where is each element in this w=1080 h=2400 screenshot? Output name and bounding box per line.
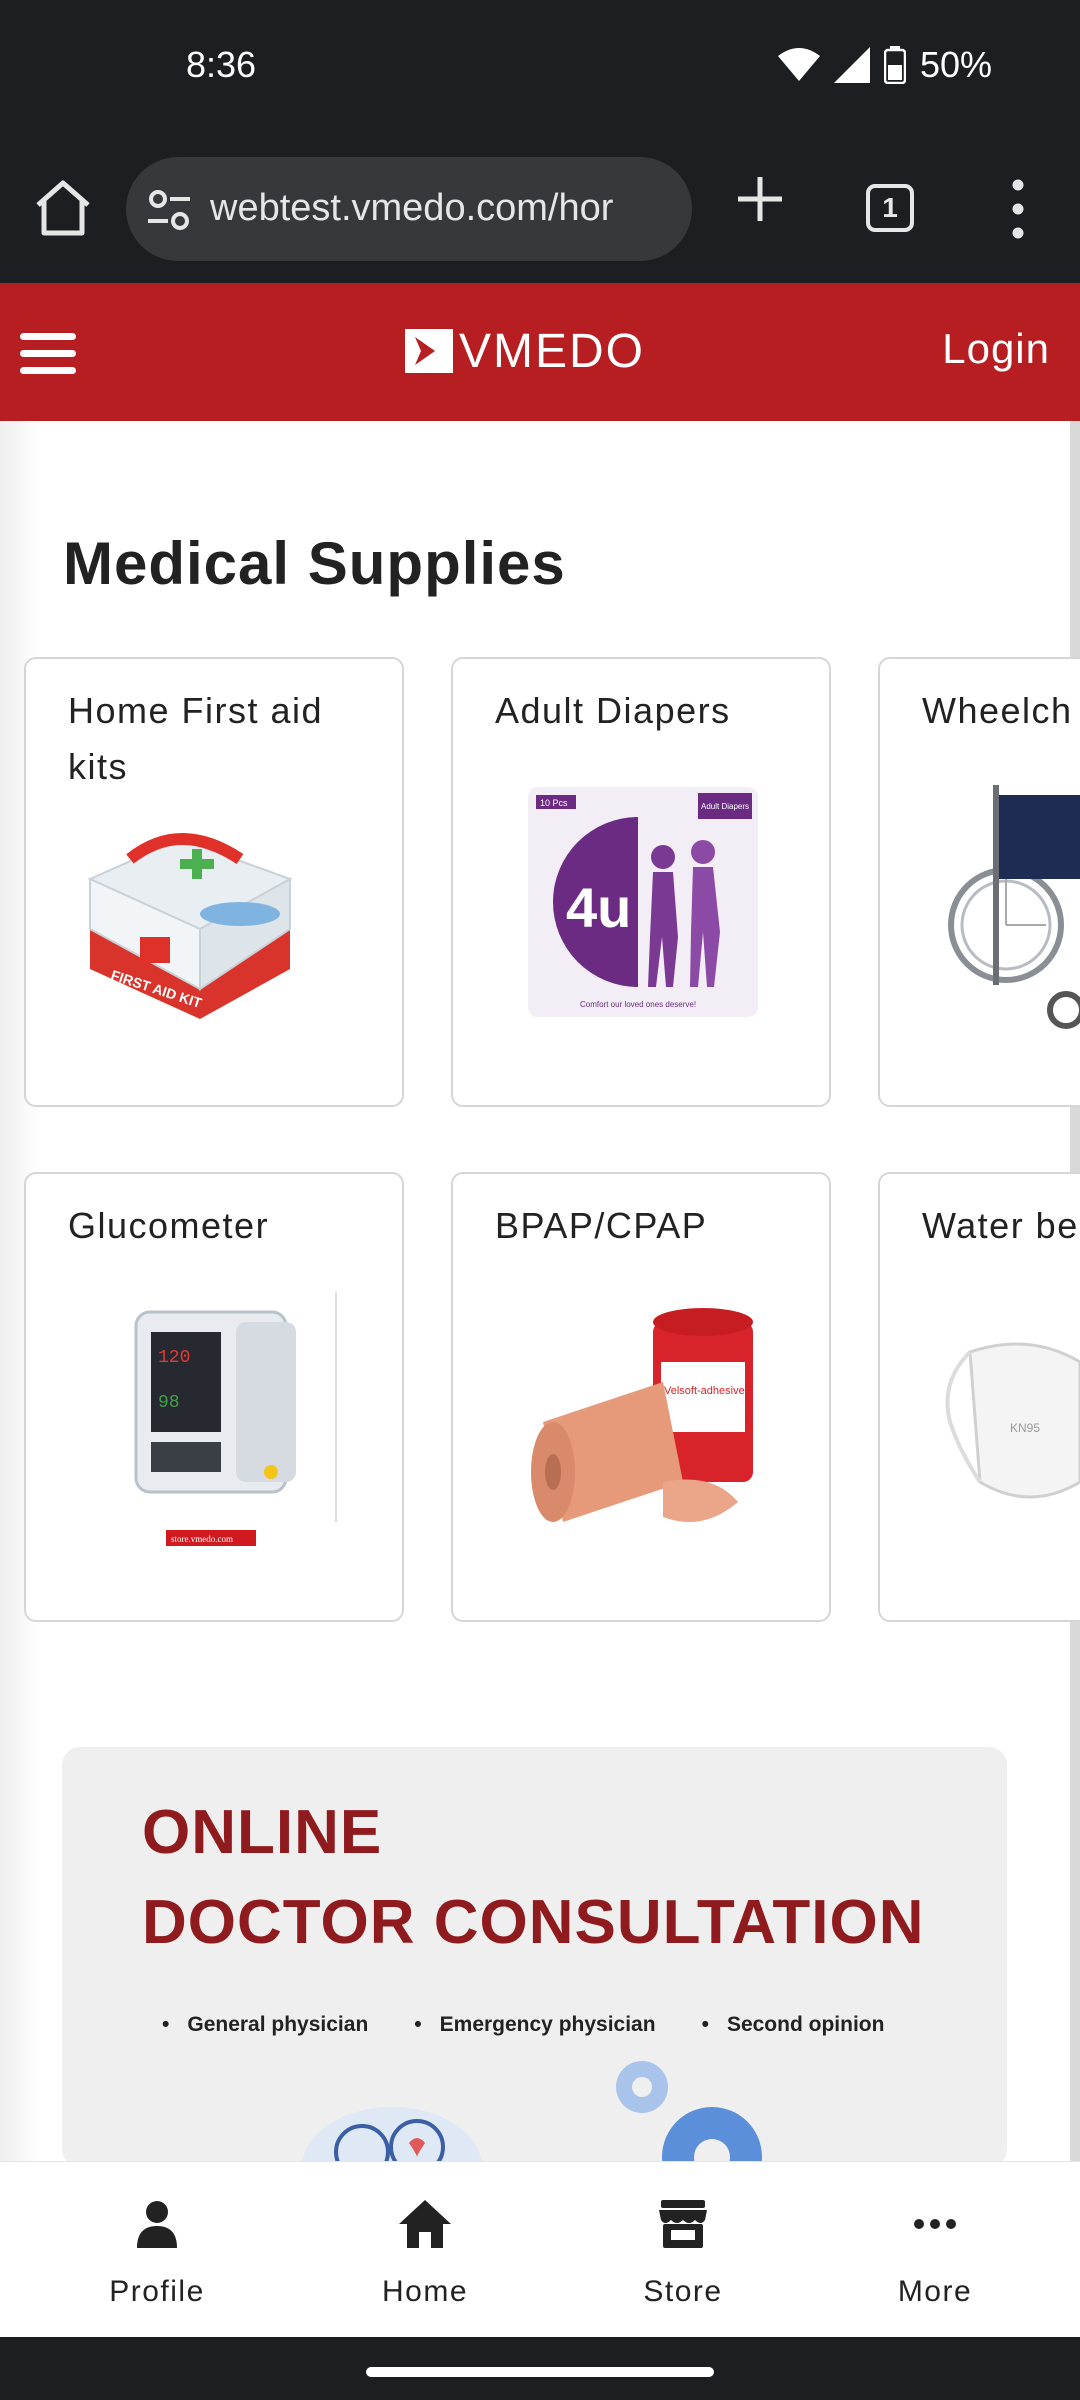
more-dots-icon (914, 2219, 956, 2229)
product-title: Home First aid kits (68, 690, 324, 787)
logo-text: VMEDO (459, 324, 646, 378)
doctor-illustration-icon (302, 2107, 482, 2161)
page-content: Medical Supplies Home First aid kits FIR… (0, 421, 1080, 2161)
section-title: Medical Supplies (63, 530, 566, 597)
site-settings-icon[interactable] (146, 187, 192, 233)
bandage-brand: Velsoft-adhesive (664, 1385, 745, 1397)
promo-title-line2: DOCTOR CONSULTATION (142, 1888, 925, 1957)
nav-label: Profile (109, 2275, 205, 2308)
product-title: Water be (922, 1205, 1079, 1246)
diaper-brand: 4u (566, 876, 631, 939)
overflow-menu-icon[interactable] (1000, 175, 1036, 243)
screen: 8:36 50% webtest.vmedo.com/hor 1 VMEDO L… (0, 0, 1080, 2400)
new-tab-icon[interactable] (732, 171, 788, 227)
status-icons: 50% (777, 44, 992, 86)
home-gesture-bar[interactable] (366, 2367, 714, 2377)
nav-label: Home (381, 2275, 469, 2308)
wifi-icon (777, 48, 820, 81)
logo-mark-icon (405, 329, 453, 373)
nav-label: More (897, 2275, 973, 2308)
first-aid-kit-image: FIRST AID KIT (87, 833, 293, 1019)
diaper-tag: Adult Diapers (701, 802, 749, 811)
product-title: BPAP/CPAP (495, 1205, 708, 1246)
diaper-pack-count: 10 Pcs (540, 798, 568, 808)
hamburger-menu-icon[interactable] (20, 333, 76, 379)
svg-text:98: 98 (158, 1393, 180, 1413)
product-card-water-bed[interactable]: Water be KN95 (878, 1172, 1080, 1622)
gesture-area (0, 2337, 1080, 2400)
promo-bullet: Emergency physician (414, 2013, 656, 2037)
nav-store[interactable]: Store (593, 2196, 773, 2309)
product-title: Glucometer (68, 1205, 270, 1246)
nav-label: Store (643, 2275, 723, 2308)
wheelchair-image (948, 785, 1080, 1029)
signal-icon (833, 47, 870, 83)
battery-icon (883, 46, 906, 84)
product-card-adult-diapers[interactable]: Adult Diapers 4u 10 Pcs Adult Diapers Co… (451, 657, 831, 1107)
store-icon (659, 2200, 707, 2248)
site-header: VMEDO Login (0, 283, 1080, 421)
vmedo-logo[interactable]: VMEDO (405, 324, 646, 378)
product-card-first-aid[interactable]: Home First aid kits FIRST AID KIT (24, 657, 404, 1107)
home-icon (399, 2200, 451, 2248)
monitor-store-label: store.vmedo.com (171, 1534, 233, 1544)
product-card-glucometer[interactable]: Glucometer 120 98 store.vmedo.com (24, 1172, 404, 1622)
bandage-roll-image: Velsoft-adhesive (531, 1308, 753, 1522)
mask-image: KN95 (945, 1342, 1080, 1499)
login-link[interactable]: Login (942, 325, 1050, 373)
nav-more[interactable]: More (845, 2196, 1025, 2309)
tab-switcher-button[interactable]: 1 (866, 184, 914, 232)
home-icon[interactable] (30, 175, 96, 241)
status-time: 8:36 (186, 44, 257, 85)
gears-icon (616, 2061, 762, 2161)
promo-title-line1: ONLINE (142, 1798, 383, 1867)
diaper-pack-image: 4u 10 Pcs Adult Diapers Comfort our love… (528, 787, 758, 1017)
promo-bullet: Second opinion (702, 2013, 885, 2037)
bottom-navigation: Profile Home Store More (0, 2161, 1080, 2337)
browser-toolbar: webtest.vmedo.com/hor 1 (0, 135, 1080, 283)
online-consultation-banner[interactable]: ONLINE DOCTOR CONSULTATION General physi… (62, 1747, 1007, 2161)
battery-percent: 50% (919, 44, 992, 85)
product-title: Wheelch (922, 690, 1073, 731)
svg-text:120: 120 (158, 1348, 190, 1368)
product-card-wheelchair[interactable]: Wheelch (878, 657, 1080, 1107)
mask-label: KN95 (1010, 1421, 1040, 1435)
product-card-bpap-cpap[interactable]: BPAP/CPAP Velsoft-adhesive (451, 1172, 831, 1622)
url-text: webtest.vmedo.com/hor (210, 187, 614, 229)
promo-bullet: General physician (162, 2013, 368, 2037)
nav-home[interactable]: Home (335, 2196, 515, 2309)
nav-profile[interactable]: Profile (67, 2196, 247, 2309)
address-bar[interactable]: webtest.vmedo.com/hor (126, 157, 692, 261)
patient-monitor-image: 120 98 store.vmedo.com (134, 1292, 337, 1546)
product-title: Adult Diapers (495, 690, 731, 731)
status-bar: 8:36 50% (0, 0, 1080, 135)
person-icon (137, 2201, 177, 2248)
promo-bullets: General physician Emergency physician Se… (162, 2013, 884, 2037)
diaper-tagline: Comfort our loved ones deserve! (580, 1000, 696, 1009)
